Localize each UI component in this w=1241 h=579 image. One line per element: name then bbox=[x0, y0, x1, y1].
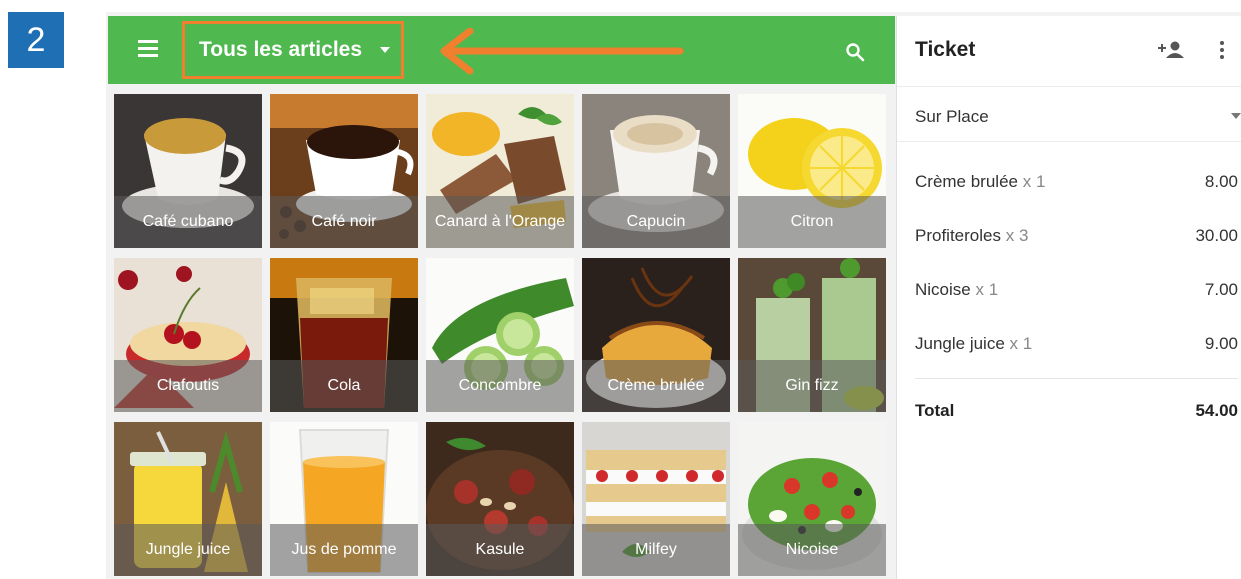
item-label: Nicoise bbox=[738, 524, 886, 576]
ticket-line[interactable]: Profiteroles x 3 30.00 bbox=[897, 210, 1241, 264]
item-label: Clafoutis bbox=[114, 360, 262, 412]
total-label: Total bbox=[915, 401, 955, 420]
item-tile[interactable]: Jus de pomme bbox=[270, 422, 418, 576]
line-item-qty: x 1 bbox=[1022, 172, 1046, 191]
item-label: Milfey bbox=[582, 524, 730, 576]
line-item-qty: x 1 bbox=[975, 280, 999, 299]
item-tile[interactable]: Café noir bbox=[270, 94, 418, 248]
ticket-line[interactable]: Nicoise x 1 7.00 bbox=[897, 264, 1241, 318]
item-tile[interactable]: Gin fizz bbox=[738, 258, 886, 412]
line-item-name: Nicoise bbox=[915, 280, 971, 299]
ticket-panel: Ticket Sur Place Crème brulée x 1 8.00 P… bbox=[896, 16, 1241, 579]
item-label: Crème brulée bbox=[582, 360, 730, 412]
item-tile[interactable]: Citron bbox=[738, 94, 886, 248]
item-label: Café cubano bbox=[114, 196, 262, 248]
top-app-bar: Tous les articles bbox=[108, 16, 895, 84]
more-vert-icon[interactable] bbox=[1219, 40, 1225, 60]
line-item-price: 7.00 bbox=[1204, 280, 1238, 299]
item-tile[interactable]: Clafoutis bbox=[114, 258, 262, 412]
line-item-price: 9.00 bbox=[1204, 334, 1238, 353]
item-label: Citron bbox=[738, 196, 886, 248]
dining-option-label: Sur Place bbox=[915, 107, 989, 126]
item-tile[interactable]: Kasule bbox=[426, 422, 574, 576]
ticket-line[interactable]: Jungle juice x 1 9.00 bbox=[897, 318, 1241, 372]
item-label: Café noir bbox=[270, 196, 418, 248]
line-item-qty: x 3 bbox=[1005, 226, 1029, 245]
item-tile[interactable]: Crème brulée bbox=[582, 258, 730, 412]
item-label: Jus de pomme bbox=[270, 524, 418, 576]
line-item-price: 8.00 bbox=[1204, 172, 1238, 191]
line-item-qty: x 1 bbox=[1009, 334, 1033, 353]
pos-app: Tous les articles Café cubano Café noir … bbox=[106, 12, 1241, 579]
add-customer-icon[interactable] bbox=[1157, 40, 1185, 60]
ticket-header: Ticket bbox=[897, 16, 1241, 87]
item-tile[interactable]: Nicoise bbox=[738, 422, 886, 576]
chevron-down-icon bbox=[1231, 113, 1241, 119]
category-label: Tous les articles bbox=[199, 38, 363, 61]
item-tile[interactable]: Canard à l'Orange bbox=[426, 94, 574, 248]
item-label: Kasule bbox=[426, 524, 574, 576]
category-dropdown[interactable]: Tous les articles bbox=[182, 21, 404, 79]
step-badge: 2 bbox=[8, 12, 64, 68]
total-row: Total 54.00 bbox=[897, 379, 1241, 437]
line-item-price: 30.00 bbox=[1195, 226, 1238, 245]
item-tile[interactable]: Capucin bbox=[582, 94, 730, 248]
item-label: Gin fizz bbox=[738, 360, 886, 412]
line-item-name: Crème brulée bbox=[915, 172, 1018, 191]
total-value: 54.00 bbox=[1195, 401, 1238, 420]
item-label: Capucin bbox=[582, 196, 730, 248]
search-icon[interactable] bbox=[845, 42, 865, 62]
item-tile[interactable]: Café cubano bbox=[114, 94, 262, 248]
item-label: Concombre bbox=[426, 360, 574, 412]
ticket-title: Ticket bbox=[915, 38, 976, 61]
line-item-name: Jungle juice bbox=[915, 334, 1005, 353]
item-tile[interactable]: Cola bbox=[270, 258, 418, 412]
item-grid: Café cubano Café noir Canard à l'Orange … bbox=[114, 94, 894, 579]
ticket-lines: Crème brulée x 1 8.00 Profiteroles x 3 3… bbox=[897, 142, 1241, 372]
item-label: Canard à l'Orange bbox=[426, 196, 574, 248]
item-label: Cola bbox=[270, 360, 418, 412]
item-label: Jungle juice bbox=[114, 524, 262, 576]
item-tile[interactable]: Jungle juice bbox=[114, 422, 262, 576]
ticket-line[interactable]: Crème brulée x 1 8.00 bbox=[897, 156, 1241, 210]
annotation-arrow-icon bbox=[440, 28, 684, 75]
line-item-name: Profiteroles bbox=[915, 226, 1001, 245]
menu-icon[interactable] bbox=[138, 40, 158, 58]
item-tile[interactable]: Concombre bbox=[426, 258, 574, 412]
chevron-down-icon bbox=[380, 47, 391, 53]
dining-option-dropdown[interactable]: Sur Place bbox=[897, 87, 1241, 142]
item-tile[interactable]: Milfey bbox=[582, 422, 730, 576]
